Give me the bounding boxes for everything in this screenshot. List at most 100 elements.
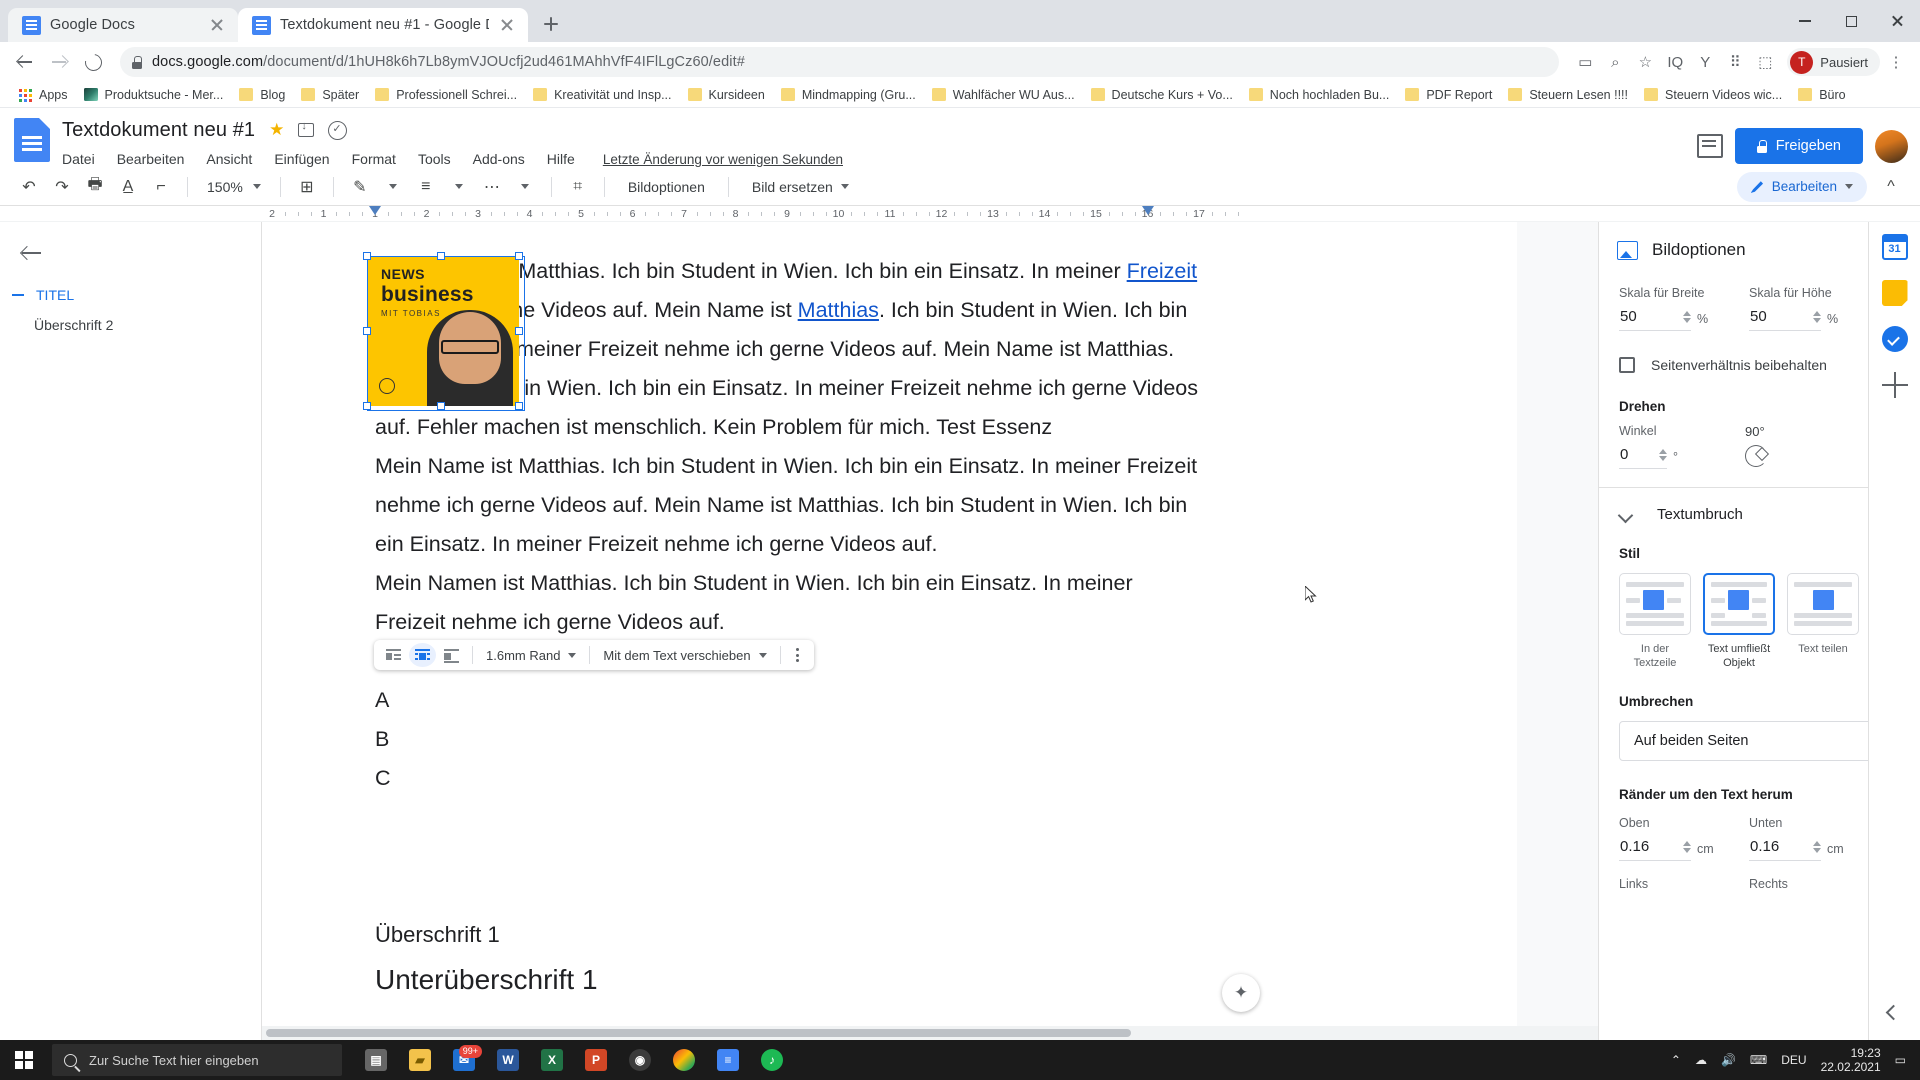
style-option-wrap[interactable]: Text umfließt Objekt	[1703, 573, 1775, 670]
bookmark-item[interactable]: PDF Report	[1397, 86, 1500, 104]
print-icon[interactable]: 🖶	[80, 172, 110, 202]
wrap-around-button[interactable]	[409, 643, 436, 667]
menu-addons[interactable]: Add-ons	[473, 151, 525, 167]
resize-handle-bc[interactable]	[437, 402, 445, 410]
right-margin-handle[interactable]	[1141, 206, 1154, 215]
keep-ratio-checkbox[interactable]	[1619, 357, 1635, 373]
menu-format[interactable]: Format	[352, 151, 396, 167]
mail-icon[interactable]: ✉ 99+	[444, 1040, 484, 1080]
keep-ratio-row[interactable]: Seitenverhältnis beibehalten	[1619, 357, 1900, 373]
stepper-icon[interactable]	[1659, 448, 1667, 461]
google-tasks-icon[interactable]	[1881, 326, 1908, 352]
paint-format-icon[interactable]: ⌐	[146, 172, 176, 202]
rotate-90-icon[interactable]	[1745, 445, 1767, 467]
chevron-down-icon[interactable]	[378, 172, 408, 202]
bookmark-item[interactable]: Produktsuche - Mer...	[76, 86, 232, 104]
close-tab-icon[interactable]	[498, 16, 516, 34]
stepper-icon[interactable]	[1683, 310, 1691, 323]
bookmark-item[interactable]: Später	[293, 86, 367, 104]
docs-taskbar-icon[interactable]: ≡	[708, 1040, 748, 1080]
bookmark-item[interactable]: Apps	[10, 86, 76, 104]
add-comment-icon[interactable]: ⊞	[292, 172, 322, 202]
chevron-down-icon[interactable]	[510, 172, 540, 202]
wrap-break-button[interactable]	[438, 643, 465, 667]
bookmark-item[interactable]: Professionell Schrei...	[367, 86, 525, 104]
stepper-icon[interactable]	[1813, 840, 1821, 853]
menu-ansicht[interactable]: Ansicht	[206, 151, 252, 167]
resize-handle-tc[interactable]	[437, 252, 445, 260]
crop-icon[interactable]: ⌗	[563, 172, 593, 202]
scale-width-input[interactable]: 50	[1619, 306, 1691, 331]
border-color-icon[interactable]: ✎	[345, 172, 375, 202]
extension-y-icon[interactable]: Y	[1691, 48, 1719, 76]
word-icon[interactable]: W	[488, 1040, 528, 1080]
scale-height-input[interactable]: 50	[1749, 306, 1821, 331]
move-folder-icon[interactable]	[298, 120, 315, 137]
bookmark-item[interactable]: Deutsche Kurs + Vo...	[1083, 86, 1241, 104]
close-window-button[interactable]	[1874, 0, 1920, 42]
forward-button[interactable]	[44, 47, 74, 77]
resize-handle-bl[interactable]	[363, 402, 371, 410]
explore-button[interactable]: ✦	[1222, 974, 1260, 1012]
bookmark-item[interactable]: Mindmapping (Gru...	[773, 86, 924, 104]
zoom-select[interactable]: 150%	[199, 173, 269, 201]
margin-bottom-input[interactable]: 0.16	[1749, 836, 1821, 861]
document-canvas[interactable]: Mein Name ist Matthias. Ich bin Student …	[262, 222, 1598, 1040]
edit-mode-button[interactable]: Bearbeiten	[1736, 171, 1867, 202]
clock[interactable]: 19:23 22.02.2021	[1821, 1046, 1881, 1074]
powerpoint-icon[interactable]: P	[576, 1040, 616, 1080]
minimize-button[interactable]	[1782, 0, 1828, 42]
bookmark-star-icon[interactable]: ☆	[1631, 48, 1659, 76]
google-calendar-icon[interactable]	[1881, 234, 1908, 260]
share-button[interactable]: Freigeben	[1734, 128, 1863, 164]
file-explorer-icon[interactable]: ▰	[400, 1040, 440, 1080]
back-button[interactable]	[10, 47, 40, 77]
menu-einfuegen[interactable]: Einfügen	[274, 151, 329, 167]
back-arrow-icon[interactable]	[22, 244, 42, 262]
browser-menu-icon[interactable]: ⋮	[1882, 48, 1910, 76]
undo-icon[interactable]: ↶	[14, 172, 44, 202]
task-view-button[interactable]: ▤	[356, 1040, 396, 1080]
scrollbar-thumb[interactable]	[266, 1029, 1131, 1037]
resize-handle-mr[interactable]	[515, 327, 523, 335]
browser-tab-2[interactable]: Textdokument neu #1 - Google D	[238, 8, 528, 42]
link-freizeit[interactable]: Freizeit	[1127, 259, 1197, 283]
link-matthias[interactable]: Matthias	[798, 298, 879, 322]
menu-datei[interactable]: Datei	[62, 151, 95, 167]
document-title[interactable]: Textdokument neu #1	[62, 119, 255, 142]
browser-tab-1[interactable]: Google Docs	[8, 8, 238, 42]
taskbar-search[interactable]: Zur Suche Text hier eingeben	[52, 1044, 342, 1076]
stepper-icon[interactable]	[1683, 840, 1691, 853]
excel-icon[interactable]: X	[532, 1040, 572, 1080]
tray-expand-icon[interactable]: ⌃	[1671, 1053, 1681, 1067]
bookmark-item[interactable]: Steuern Lesen !!!!	[1500, 86, 1636, 104]
notifications-icon[interactable]: ▭	[1895, 1053, 1906, 1067]
bookmark-item[interactable]: Noch hochladen Bu...	[1241, 86, 1398, 104]
reload-button[interactable]	[78, 47, 108, 77]
replace-image-button[interactable]: Bild ersetzen	[740, 173, 861, 201]
margin-top-input[interactable]: 0.16	[1619, 836, 1691, 861]
bookmark-item[interactable]: Büro	[1790, 86, 1853, 104]
angle-input[interactable]: 0	[1619, 444, 1667, 469]
left-margin-handle[interactable]	[369, 206, 381, 215]
horizontal-ruler[interactable]: 2 1 1 2 3 4 5 6 7 8 9 10 11 12 13 14 15 16 17	[0, 206, 1920, 222]
profile-chip[interactable]: T Pausiert	[1787, 48, 1880, 76]
bookmark-item[interactable]: Wahlfächer WU Aus...	[924, 86, 1083, 104]
start-button[interactable]	[0, 1040, 48, 1080]
network-icon[interactable]: ⌨	[1750, 1053, 1767, 1067]
language-indicator[interactable]: DEU	[1781, 1053, 1806, 1067]
spellcheck-icon[interactable]: A̲	[113, 172, 143, 202]
outline-item-titel[interactable]: TITEL	[0, 280, 261, 310]
selected-image[interactable]: NEWS business MIT TOBIAS	[363, 252, 525, 411]
extension-iq-icon[interactable]: IQ	[1661, 48, 1689, 76]
style-option-inline[interactable]: In der Textzeile	[1619, 573, 1691, 670]
spotify-icon[interactable]: ♪	[752, 1040, 792, 1080]
save-status[interactable]: Letzte Änderung vor wenigen Sekunden	[603, 152, 843, 167]
resize-handle-tr[interactable]	[515, 252, 523, 260]
extensions-puzzle-icon[interactable]: ⬚	[1751, 48, 1779, 76]
address-bar[interactable]: docs.google.com/document/d/1hUH8k6h7Lb8y…	[120, 47, 1560, 77]
bookmark-item[interactable]: Steuern Videos wic...	[1636, 86, 1790, 104]
zoom-icon[interactable]: ⌕	[1601, 48, 1629, 76]
obs-icon[interactable]: ◉	[620, 1040, 660, 1080]
wrap-inline-button[interactable]	[380, 643, 407, 667]
